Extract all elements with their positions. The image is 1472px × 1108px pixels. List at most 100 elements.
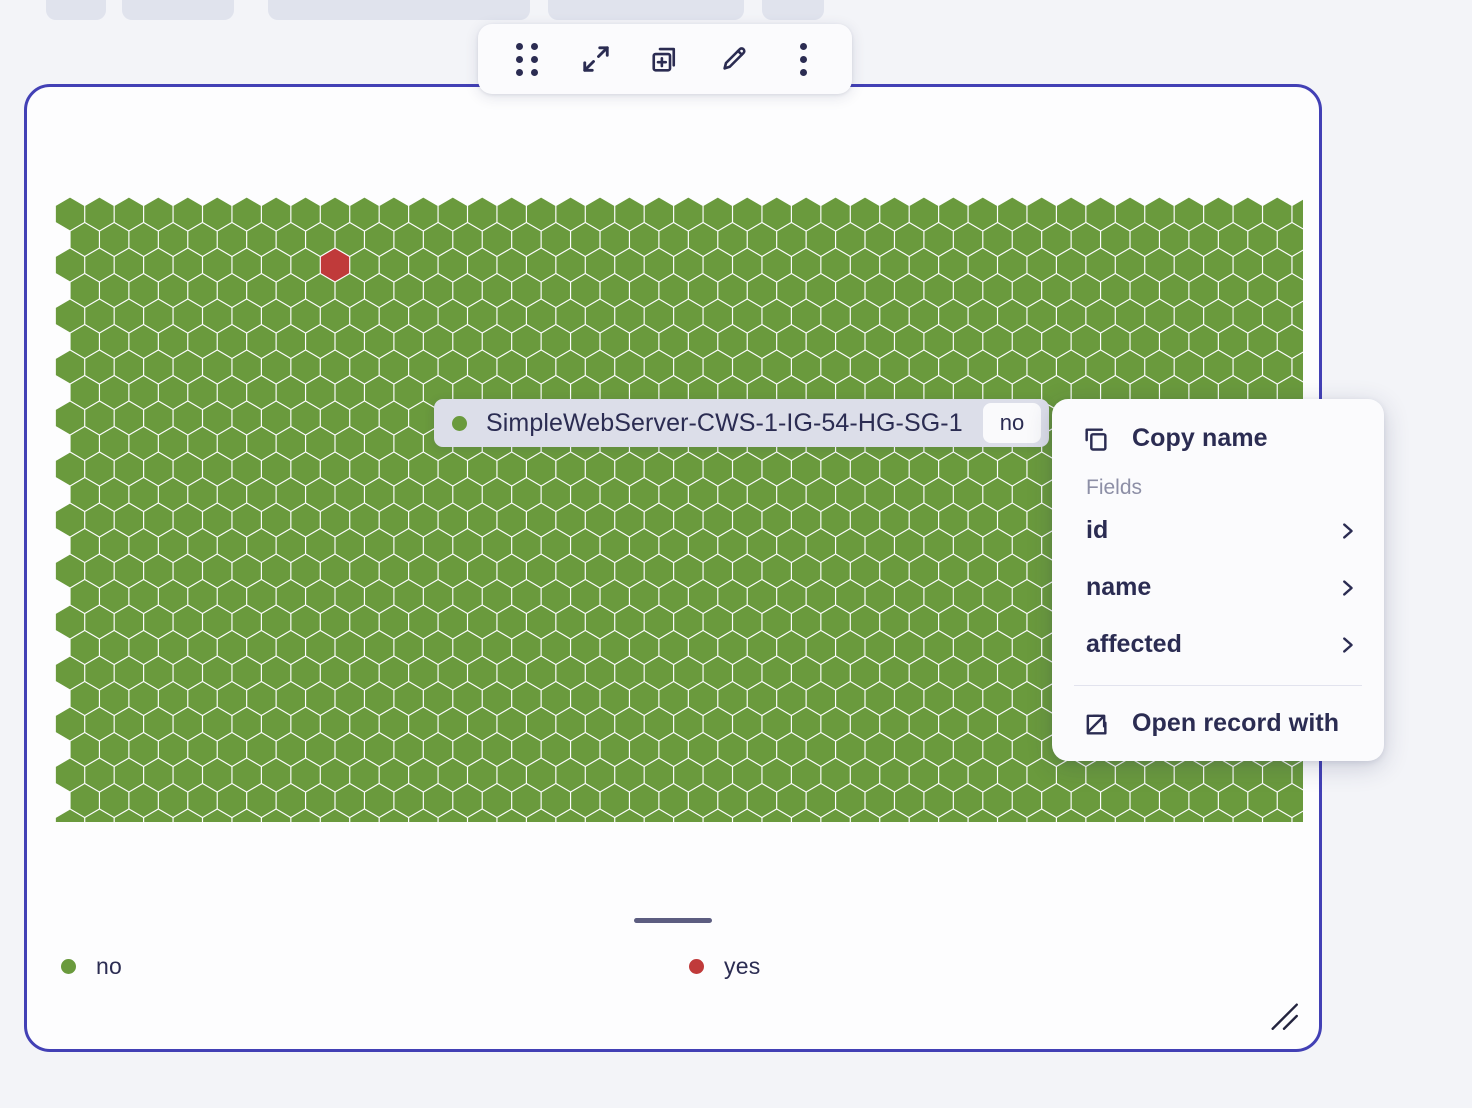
hexbin-cell-no[interactable] xyxy=(100,478,129,511)
hexbin-cell-no[interactable] xyxy=(850,707,880,741)
hexbin-cell-no[interactable] xyxy=(365,274,394,307)
hexbin-cell-no[interactable] xyxy=(261,554,291,588)
hexbin-cell-no[interactable] xyxy=(497,503,526,537)
hexbin-cell-no[interactable] xyxy=(909,656,939,690)
hexbin-cell-no[interactable] xyxy=(909,452,939,486)
hexbin-cell-no[interactable] xyxy=(968,197,997,231)
hexbin-cell-no[interactable] xyxy=(203,401,232,435)
hexbin-cell-no[interactable] xyxy=(1056,197,1086,231)
hexbin-cell-no[interactable] xyxy=(55,758,85,792)
hexbin-cell-no[interactable] xyxy=(674,503,703,537)
edit-button[interactable] xyxy=(708,33,760,85)
hexbin-cell-no[interactable] xyxy=(1027,197,1056,231)
hexbin-cell-no[interactable] xyxy=(571,478,600,511)
hexbin-cell-no[interactable] xyxy=(1056,248,1086,282)
hexbin-cell-no[interactable] xyxy=(1071,223,1100,256)
hexbin-cell-no[interactable] xyxy=(276,427,305,460)
hexbin-cell-no[interactable] xyxy=(880,758,909,792)
hexbin-cell-no[interactable] xyxy=(497,248,526,282)
hexbin-cell-no[interactable] xyxy=(261,605,291,639)
hexbin-cell-no[interactable] xyxy=(718,223,747,256)
hexbin-cell-no[interactable] xyxy=(865,784,894,817)
hexbin-cell-no[interactable] xyxy=(335,784,364,817)
hexbin-cell-no[interactable] xyxy=(865,529,894,562)
hexbin-cell-no[interactable] xyxy=(1218,223,1248,256)
hexbin-cell-no[interactable] xyxy=(247,580,276,613)
hexbin-cell-no[interactable] xyxy=(526,452,556,486)
hexbin-cell-no[interactable] xyxy=(674,605,703,639)
hexbin-cell-no[interactable] xyxy=(320,299,350,333)
hexbin-cell-no[interactable] xyxy=(600,223,629,256)
hexbin-cell-no[interactable] xyxy=(335,529,364,562)
hexbin-cell-no[interactable] xyxy=(968,299,997,333)
context-menu-open-record-with[interactable]: Open record with xyxy=(1052,698,1384,749)
hexbin-cell-no[interactable] xyxy=(747,682,777,715)
hexbin-cell-no[interactable] xyxy=(203,503,232,537)
hexbin-cell-no[interactable] xyxy=(644,656,674,690)
hexbin-cell-no[interactable] xyxy=(526,656,556,690)
hexbin-cell-no[interactable] xyxy=(571,529,600,562)
hexbin-cell-no[interactable] xyxy=(924,529,953,562)
hexbin-cell-no[interactable] xyxy=(762,605,791,639)
hexbin-cell-no[interactable] xyxy=(791,197,821,231)
hexbin-cell-no[interactable] xyxy=(365,223,394,256)
hexbin-cell-no[interactable] xyxy=(939,299,968,333)
hexbin-cell-no[interactable] xyxy=(453,274,482,307)
hexbin-cell-no[interactable] xyxy=(644,197,674,231)
hexbin-cell-no[interactable] xyxy=(55,401,85,435)
hexbin-cell-no[interactable] xyxy=(1042,784,1071,817)
hexbin-cell-no[interactable] xyxy=(247,325,276,358)
hexbin-cell-no[interactable] xyxy=(865,733,894,766)
hexbin-cell-no[interactable] xyxy=(188,274,217,307)
hexbin-cell-no[interactable] xyxy=(806,733,835,766)
hexbin-cell-no[interactable] xyxy=(350,554,379,588)
hexbin-cell-no[interactable] xyxy=(100,274,129,307)
hexbin-cell-no[interactable] xyxy=(158,529,188,562)
hexbin-cell-no[interactable] xyxy=(1174,350,1204,384)
hexbin-cell-no[interactable] xyxy=(571,325,600,358)
hexbin-cell-no[interactable] xyxy=(644,758,674,792)
hexbin-cell-no[interactable] xyxy=(571,682,600,715)
hexbin-cell-no[interactable] xyxy=(1189,274,1218,307)
hexbin-cell-no[interactable] xyxy=(733,656,762,690)
hexbin-cell-no[interactable] xyxy=(100,325,129,358)
hexbin-cell-no[interactable] xyxy=(512,223,541,256)
hexbin-cell-no[interactable] xyxy=(585,605,615,639)
hexbin-cell-no[interactable] xyxy=(850,299,880,333)
hexbin-cell-no[interactable] xyxy=(688,223,718,256)
hexbin-cell-no[interactable] xyxy=(144,707,173,741)
resize-handle[interactable] xyxy=(1267,999,1301,1033)
hexbin-cell-no[interactable] xyxy=(291,656,320,690)
hexbin-cell-no[interactable] xyxy=(791,299,821,333)
hexbin-cell-no[interactable] xyxy=(1233,248,1262,282)
hexbin-cell-no[interactable] xyxy=(394,274,423,307)
hexbin-cell-no[interactable] xyxy=(188,478,217,511)
hexbin-cell-no[interactable] xyxy=(232,401,261,435)
hexbin-cell-no[interactable] xyxy=(129,427,158,460)
hexbin-cell-no[interactable] xyxy=(1204,248,1233,282)
hexbin-cell-no[interactable] xyxy=(70,580,99,613)
hexbin-cell-no[interactable] xyxy=(850,197,880,231)
hexbin-cell-no[interactable] xyxy=(1056,350,1086,384)
hexbin-cell-no[interactable] xyxy=(423,478,453,511)
hexbin-cell-no[interactable] xyxy=(379,656,409,690)
hexbin-cell-no[interactable] xyxy=(217,784,247,817)
hexbin-cell-no[interactable] xyxy=(247,223,276,256)
hexbin-cell-no[interactable] xyxy=(438,554,467,588)
hexbin-cell-no[interactable] xyxy=(939,605,968,639)
hexbin-cell-no[interactable] xyxy=(217,223,247,256)
hexbin-cell-no[interactable] xyxy=(512,478,541,511)
hexbin-cell-no[interactable] xyxy=(276,682,305,715)
hexbin-cell-no[interactable] xyxy=(895,682,924,715)
hexbin-cell-no[interactable] xyxy=(850,248,880,282)
hexbin-cell-no[interactable] xyxy=(438,503,467,537)
hexbin-cell-no[interactable] xyxy=(350,707,379,741)
hexbin-cell-no[interactable] xyxy=(733,707,762,741)
hexbin-cell-no[interactable] xyxy=(85,503,114,537)
hexbin-cell-no[interactable] xyxy=(836,223,865,256)
hexbin-cell-no[interactable] xyxy=(365,631,394,664)
hexbin-cell-no[interactable] xyxy=(114,248,144,282)
hexbin-cell-no[interactable] xyxy=(1012,784,1042,817)
hexbin-cell-no[interactable] xyxy=(630,325,659,358)
hexbin-cell-no[interactable] xyxy=(600,631,629,664)
